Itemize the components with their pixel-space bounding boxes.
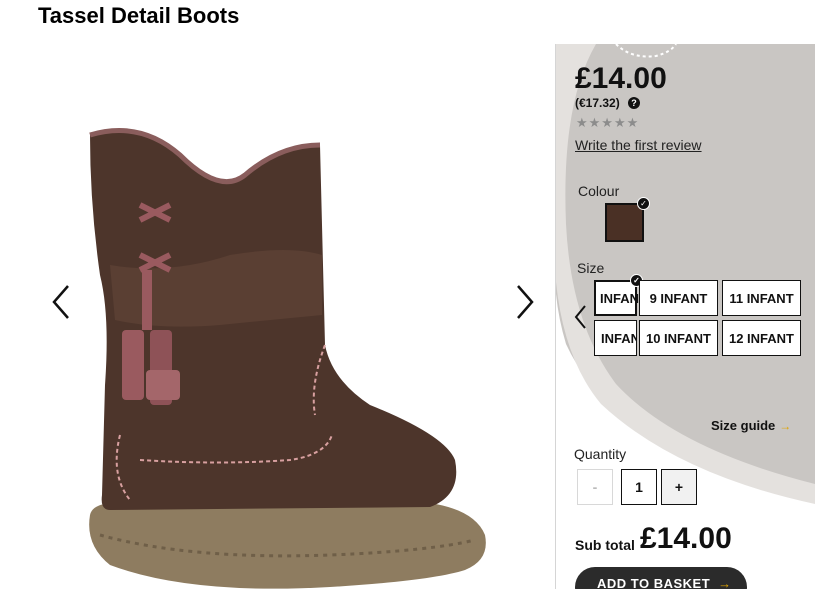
colour-label: Colour bbox=[578, 183, 620, 199]
size-option-label: 12 INFANT bbox=[728, 330, 794, 346]
product-details-panel: £14.00 (€17.32) ? ★★★★★ Write the first … bbox=[556, 44, 815, 589]
help-icon[interactable]: ? bbox=[628, 97, 640, 109]
gallery-prev-button[interactable] bbox=[48, 280, 78, 324]
size-option-10-infant[interactable]: 10 INFANT bbox=[639, 320, 718, 356]
chevron-left-icon bbox=[52, 285, 69, 319]
product-price-eur: (€17.32) bbox=[575, 96, 620, 110]
size-option-selected[interactable]: INFANT ✓ bbox=[594, 274, 647, 316]
write-review-link[interactable]: Write the first review bbox=[575, 137, 702, 153]
checkmark-icon: ✓ bbox=[637, 197, 650, 210]
add-to-basket-button[interactable]: ADD TO BASKET → bbox=[575, 567, 747, 589]
size-guide-label: Size guide bbox=[711, 418, 776, 433]
size-option-9-infant[interactable]: 9 INFANT bbox=[639, 280, 718, 316]
colour-swatch-brown[interactable]: ✓ bbox=[605, 197, 650, 242]
quantity-increase-button[interactable]: + bbox=[661, 469, 697, 505]
chevron-left-icon bbox=[574, 305, 586, 329]
product-gallery bbox=[0, 40, 555, 589]
subtotal-label: Sub total bbox=[575, 537, 635, 553]
rating-stars: ★★★★★ bbox=[576, 115, 640, 130]
arrow-right-icon: → bbox=[718, 576, 732, 589]
size-option-label: INFANT bbox=[601, 330, 636, 346]
gallery-next-button[interactable] bbox=[510, 280, 540, 324]
quantity-input[interactable]: 1 bbox=[621, 469, 657, 505]
quantity-label: Quantity bbox=[574, 446, 627, 462]
size-guide-link[interactable]: Size guide → bbox=[711, 418, 791, 433]
add-to-basket-label: ADD TO BASKET bbox=[597, 576, 711, 589]
size-option-label: 10 INFANT bbox=[645, 330, 711, 346]
size-option-12-infant[interactable]: 12 INFANT bbox=[722, 320, 801, 356]
product-price: £14.00 bbox=[575, 62, 667, 95]
product-image bbox=[89, 128, 486, 589]
size-option-label: 11 INFANT bbox=[729, 290, 794, 306]
size-option-11-infant[interactable]: 11 INFANT bbox=[722, 280, 801, 316]
size-prev-button[interactable] bbox=[573, 302, 589, 332]
subtotal-value: £14.00 bbox=[640, 522, 732, 555]
arrow-right-icon: → bbox=[779, 419, 792, 433]
size-option-label: 9 INFANT bbox=[649, 290, 708, 306]
chevron-right-icon bbox=[517, 285, 534, 319]
product-title: Tassel Detail Boots bbox=[38, 3, 240, 28]
size-option-partial[interactable]: INFANT bbox=[594, 320, 637, 356]
size-label: Size bbox=[577, 260, 605, 276]
quantity-decrease-button[interactable]: - bbox=[577, 469, 613, 505]
